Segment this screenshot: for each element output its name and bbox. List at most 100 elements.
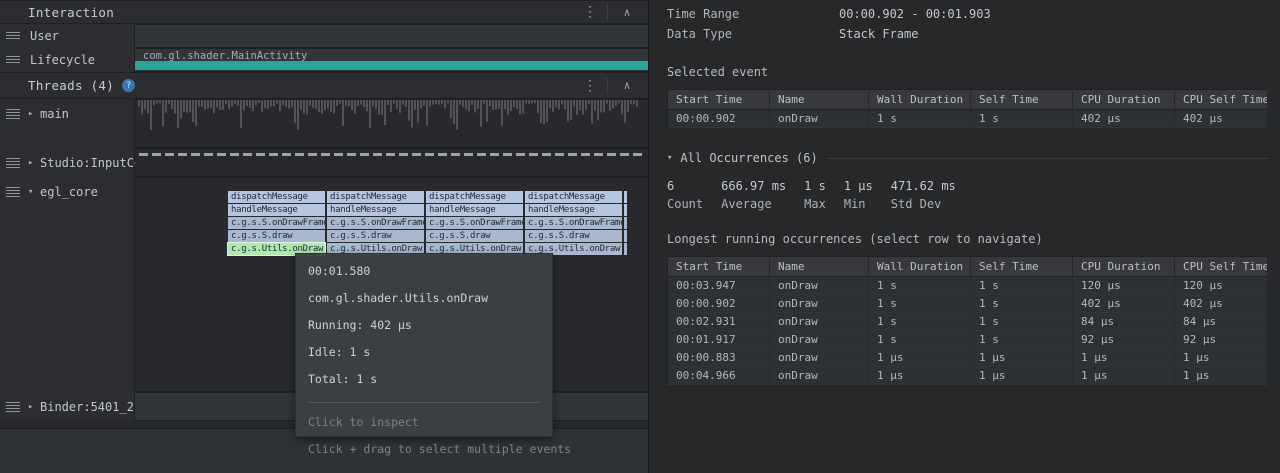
stat-value: 1 s xyxy=(804,179,826,193)
thread-track-inputcon[interactable] xyxy=(135,148,648,177)
expand-arrow-icon[interactable]: ▸ xyxy=(28,158,38,168)
drag-handle-icon[interactable] xyxy=(6,402,20,413)
table-cell: onDraw xyxy=(770,295,869,313)
flame-event-partial[interactable] xyxy=(624,230,627,242)
table-cell: 1 µs xyxy=(971,367,1073,385)
flame-event-partial[interactable] xyxy=(624,204,627,216)
flame-event-c-g-s-s-draw[interactable]: c.g.s.S.draw xyxy=(525,230,622,242)
thread-track-main[interactable] xyxy=(135,99,648,148)
table-cell: 1 µs xyxy=(869,349,971,367)
thread-label-main[interactable]: ▸ main xyxy=(0,99,135,148)
table-row[interactable]: 00:04.966onDraw1 µs1 µs1 µs1 µs xyxy=(668,367,1268,385)
column-header[interactable]: Name xyxy=(770,257,869,277)
column-header[interactable]: Self Time xyxy=(971,90,1073,110)
drag-handle-icon[interactable] xyxy=(6,158,20,169)
time-range-value: 00:00.902 - 00:01.903 xyxy=(839,7,991,21)
table-row[interactable]: 00:00.883onDraw1 µs1 µs1 µs1 µs xyxy=(668,349,1268,367)
column-header[interactable]: Start Time xyxy=(668,257,770,277)
flame-event-dispatchmessage[interactable]: dispatchMessage xyxy=(426,191,523,203)
table-cell: 00:01.917 xyxy=(668,331,770,349)
drag-handle-icon[interactable] xyxy=(6,187,20,198)
flame-event-dispatchmessage[interactable]: dispatchMessage xyxy=(228,191,325,203)
table-cell: 1 s xyxy=(971,277,1073,295)
flame-event-handlemessage[interactable]: handleMessage xyxy=(426,204,523,216)
table-row[interactable]: 00:00.902onDraw1 s1 s402 µs402 µs xyxy=(668,110,1268,128)
table-cell: 1 µs xyxy=(1175,367,1268,385)
table-row[interactable]: 00:02.931onDraw1 s1 s84 µs84 µs xyxy=(668,313,1268,331)
thread-label-inputcon[interactable]: ▸ Studio:InputCon xyxy=(0,148,135,177)
flame-event-c-g-s-s-ondrawframe[interactable]: c.g.s.S.onDrawFrame xyxy=(327,217,424,229)
user-track-label: User xyxy=(0,24,135,48)
drag-handle-icon[interactable] xyxy=(6,32,20,40)
expand-arrow-icon[interactable]: ▸ xyxy=(28,109,38,119)
drag-handle-icon[interactable] xyxy=(6,56,20,64)
help-icon[interactable]: ? xyxy=(122,79,135,92)
collapse-triangle-icon[interactable]: ▾ xyxy=(667,153,672,163)
header-divider xyxy=(607,78,608,94)
stat-item: 6Count xyxy=(667,179,703,211)
lifecycle-activity-bar[interactable] xyxy=(135,61,648,70)
table-cell: 1 µs xyxy=(1073,349,1175,367)
flame-event-c-g-s-s-draw[interactable]: c.g.s.S.draw xyxy=(426,230,523,242)
lifecycle-track-area[interactable]: com.gl.shader.MainActivity xyxy=(135,48,648,72)
flame-event-handlemessage[interactable]: handleMessage xyxy=(525,204,622,216)
stat-item: 1 sMax xyxy=(804,179,826,211)
flame-event-partial[interactable] xyxy=(624,191,627,203)
flame-event-c-g-s-s-ondrawframe[interactable]: c.g.s.S.onDrawFrame xyxy=(525,217,622,229)
thread-row-main: ▸ main xyxy=(0,99,648,148)
table-cell: 1 s xyxy=(869,110,971,128)
threads-title: Threads (4) xyxy=(28,78,114,93)
flame-event-dispatchmessage[interactable]: dispatchMessage xyxy=(327,191,424,203)
table-cell: 120 µs xyxy=(1073,277,1175,295)
flame-column: dispatchMessagehandleMessagec.g.s.S.onDr… xyxy=(525,191,622,256)
flame-event-c-g-s-s-draw[interactable]: c.g.s.S.draw xyxy=(228,230,325,242)
column-header[interactable]: Wall Duration xyxy=(869,257,971,277)
table-row[interactable]: 00:03.947onDraw1 s1 s120 µs120 µs xyxy=(668,277,1268,295)
flame-event-partial[interactable] xyxy=(624,217,627,229)
kebab-menu-icon[interactable]: ⋮ xyxy=(579,4,601,20)
flame-event-handlemessage[interactable]: handleMessage xyxy=(327,204,424,216)
table-row[interactable]: 00:00.902onDraw1 s1 s402 µs402 µs xyxy=(668,295,1268,313)
data-type-value: Stack Frame xyxy=(839,27,918,41)
expand-arrow-icon[interactable]: ▸ xyxy=(28,402,38,412)
user-track-area[interactable] xyxy=(135,24,648,48)
table-cell: 00:02.931 xyxy=(668,313,770,331)
flame-event-c-g-s-s-draw[interactable]: c.g.s.S.draw xyxy=(327,230,424,242)
flame-column: dispatchMessagehandleMessagec.g.s.S.onDr… xyxy=(327,191,424,256)
table-cell: 00:04.966 xyxy=(668,367,770,385)
column-header[interactable]: Name xyxy=(770,90,869,110)
drag-handle-icon[interactable] xyxy=(6,109,20,120)
analysis-panel: Time Range 00:00.902 - 00:01.903 Data Ty… xyxy=(649,0,1280,473)
kebab-menu-icon[interactable]: ⋮ xyxy=(579,78,601,94)
column-header[interactable]: Start Time xyxy=(668,90,770,110)
tooltip-running: Running: 402 µs xyxy=(308,318,540,332)
column-header[interactable]: Wall Duration xyxy=(869,90,971,110)
table-cell: 402 µs xyxy=(1073,110,1175,128)
stat-value: 6 xyxy=(667,179,703,193)
table-cell: onDraw xyxy=(770,367,869,385)
stat-value: 1 µs xyxy=(844,179,873,193)
table-row[interactable]: 00:01.917onDraw1 s1 s92 µs92 µs xyxy=(668,331,1268,349)
column-header[interactable]: CPU Duration xyxy=(1073,90,1175,110)
stat-value: 471.62 ms xyxy=(891,179,956,193)
flame-event-partial[interactable] xyxy=(624,243,627,255)
column-header[interactable]: CPU Self Time xyxy=(1175,257,1268,277)
table-header-row: Start TimeNameWall DurationSelf TimeCPU … xyxy=(668,90,1268,110)
thread-label-binder[interactable]: ▸ Binder:5401_2 xyxy=(0,392,135,421)
all-occurrences-header[interactable]: ▾ All Occurrences (6) xyxy=(667,151,1268,165)
thread-label-eglcore[interactable]: ▾ egl_core xyxy=(0,177,135,392)
column-header[interactable]: CPU Duration xyxy=(1073,257,1175,277)
collapse-chevron-icon[interactable]: ∧ xyxy=(614,79,640,92)
flame-event-handlemessage[interactable]: handleMessage xyxy=(228,204,325,216)
flame-chart: dispatchMessagehandleMessagec.g.s.S.onDr… xyxy=(228,191,629,256)
column-header[interactable]: CPU Self Time xyxy=(1175,90,1268,110)
column-header[interactable]: Self Time xyxy=(971,257,1073,277)
collapse-chevron-icon[interactable]: ∧ xyxy=(614,6,640,19)
table-cell: 1 s xyxy=(971,110,1073,128)
table-cell: 1 µs xyxy=(971,349,1073,367)
flame-event-c-g-s-s-ondrawframe[interactable]: c.g.s.S.onDrawFrame xyxy=(426,217,523,229)
collapse-arrow-icon[interactable]: ▾ xyxy=(28,187,38,197)
interaction-title: Interaction xyxy=(28,5,114,20)
flame-event-dispatchmessage[interactable]: dispatchMessage xyxy=(525,191,622,203)
flame-event-c-g-s-s-ondrawframe[interactable]: c.g.s.S.onDrawFrame xyxy=(228,217,325,229)
